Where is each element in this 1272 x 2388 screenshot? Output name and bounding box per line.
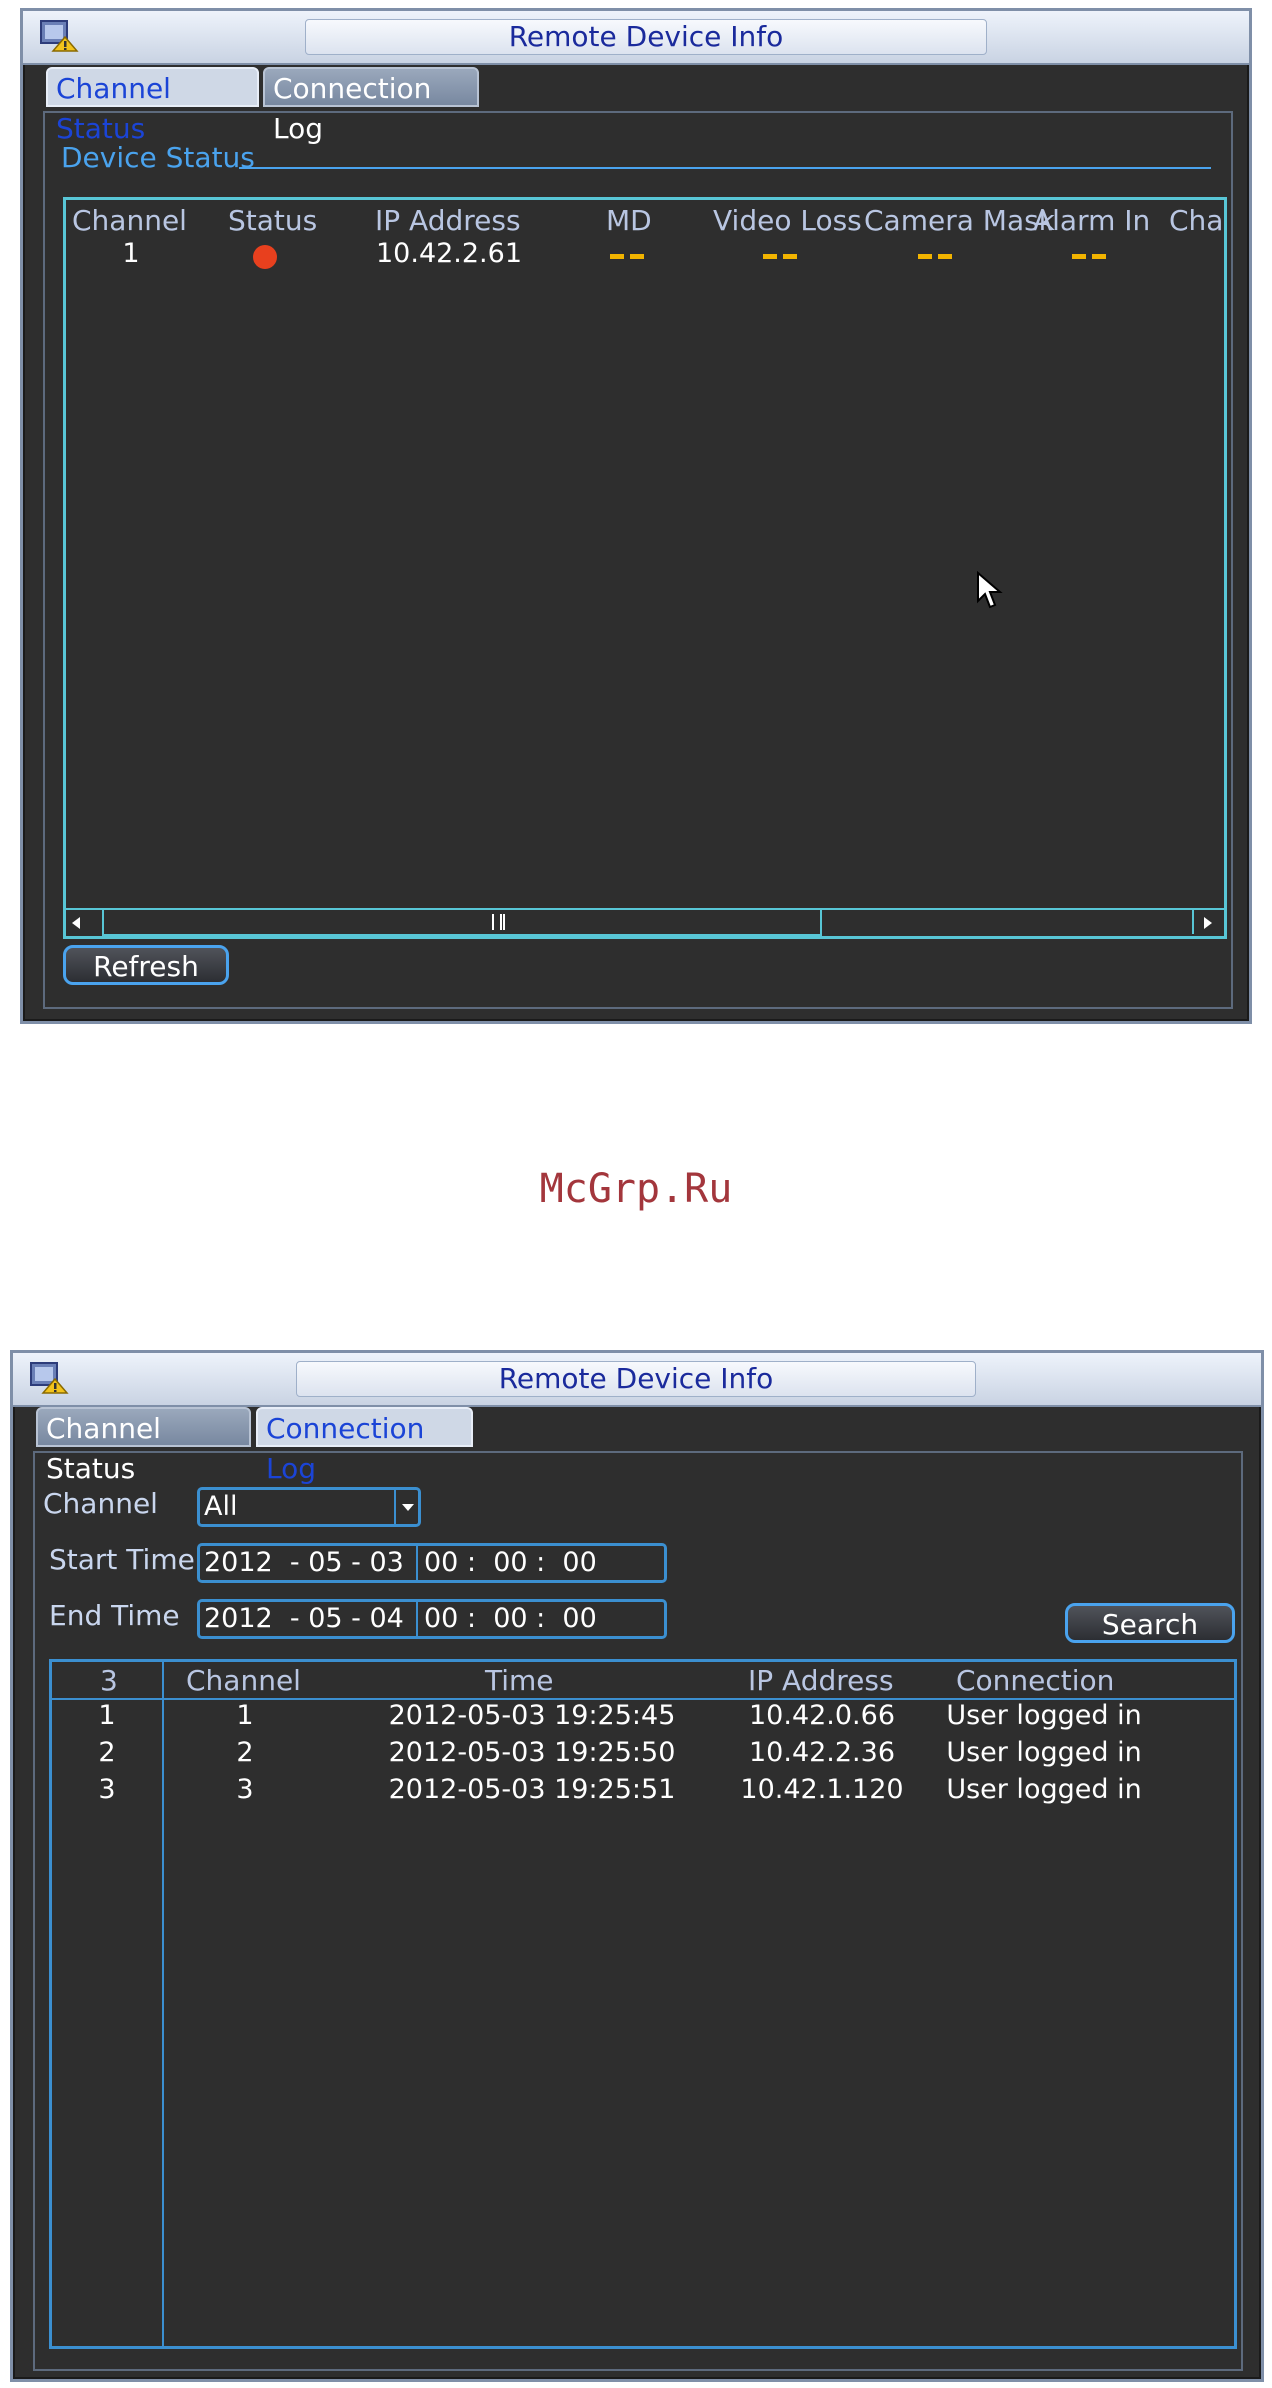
cell-connection: User logged in <box>946 1737 1142 1768</box>
cell-time: 2012-05-03 19:25:45 <box>388 1700 676 1731</box>
device-status-table: Channel Status IP Address MD Video Loss … <box>63 197 1227 939</box>
watermark: McGrp.Ru <box>539 1166 733 1212</box>
cell-index: 1 <box>98 1700 116 1731</box>
channel-select[interactable]: All <box>197 1487 421 1527</box>
column-header-truncated: Cha <box>1169 204 1221 237</box>
cell-connection: User logged in <box>946 1700 1142 1731</box>
chevron-down-icon[interactable] <box>402 1504 414 1511</box>
search-button[interactable]: Search <box>1065 1603 1235 1643</box>
cell-ip-address: 10.42.1.120 <box>740 1774 904 1805</box>
horizontal-scrollbar[interactable] <box>66 908 1224 936</box>
section-divider <box>239 167 1211 169</box>
end-date-value[interactable]: 2012 - 05 - 04 <box>204 1602 404 1636</box>
channel-label: Channel <box>43 1487 158 1520</box>
cell-channel: 1 <box>122 238 140 269</box>
column-header-camera-mask: Camera Mask <box>864 204 1055 237</box>
start-time-field[interactable]: 2012 - 05 - 03 00 : 00 : 00 <box>197 1543 667 1583</box>
column-header-channel: Channel <box>186 1664 301 1697</box>
md-value-dash <box>630 254 644 259</box>
column-header-status: Status <box>228 204 318 237</box>
cell-ip-address: 10.42.2.61 <box>376 238 522 269</box>
cell-index: 3 <box>98 1774 116 1805</box>
md-value-dash <box>610 254 624 259</box>
cell-channel: 3 <box>236 1774 254 1805</box>
column-header-connection: Connection <box>956 1664 1115 1697</box>
thumb-grip <box>503 914 505 930</box>
column-header-time: Time <box>485 1664 554 1697</box>
scroll-left-arrow-icon[interactable] <box>72 917 80 929</box>
cell-ip-address: 10.42.2.36 <box>749 1737 895 1768</box>
cell-ip-address: 10.42.0.66 <box>749 1700 895 1731</box>
channel-select-value: All <box>204 1491 238 1522</box>
section-label-device-status: Device Status <box>61 141 255 174</box>
end-time-field[interactable]: 2012 - 05 - 04 00 : 00 : 00 <box>197 1599 667 1639</box>
tab-channel-status[interactable]: Channel Status <box>36 1407 251 1485</box>
refresh-button[interactable]: Refresh <box>63 945 229 985</box>
window-title: Remote Device Info <box>305 19 987 55</box>
camera-mask-value-dash <box>938 254 952 259</box>
cell-time: 2012-05-03 19:25:50 <box>388 1737 676 1768</box>
alarm-in-value-dash <box>1072 254 1086 259</box>
device-info-icon <box>30 1362 69 1394</box>
column-header-video-loss: Video Loss <box>713 204 862 237</box>
remote-device-info-window-connection-log: Remote Device Info Channel Status Connec… <box>10 1350 1264 2382</box>
scrollbar-thumb[interactable] <box>102 908 822 936</box>
field-divider <box>416 1546 418 1580</box>
cell-channel: 1 <box>236 1700 254 1731</box>
table-row[interactable]: 1 10.42.2.61 <box>66 238 1224 276</box>
table-row[interactable]: 2 2 2012-05-03 19:25:50 10.42.2.36 User … <box>52 1737 1234 1774</box>
mouse-cursor-icon <box>977 571 1003 609</box>
field-divider <box>416 1602 418 1636</box>
thumb-grip <box>492 914 502 930</box>
cell-connection: User logged in <box>946 1774 1142 1805</box>
tab-connection-log[interactable]: Connection Log <box>256 1407 473 1485</box>
end-time-label: End Time <box>49 1599 180 1632</box>
tab-channel-status[interactable]: Channel Status <box>46 67 259 145</box>
window-title: Remote Device Info <box>296 1361 976 1397</box>
status-offline-icon <box>253 245 277 269</box>
camera-mask-value-dash <box>918 254 932 259</box>
video-loss-value-dash <box>763 254 777 259</box>
device-info-icon <box>40 20 79 52</box>
table-row[interactable]: 1 1 2012-05-03 19:25:45 10.42.0.66 User … <box>52 1700 1234 1737</box>
column-header-count: 3 <box>100 1664 118 1697</box>
column-header-channel: Channel <box>72 204 187 237</box>
scroll-right-divider <box>1192 910 1194 934</box>
alarm-in-value-dash <box>1092 254 1106 259</box>
column-header-md: MD <box>606 204 652 237</box>
column-header-ip-address: IP Address <box>748 1664 894 1697</box>
tab-connection-log[interactable]: Connection Log <box>263 67 479 145</box>
scroll-right-arrow-icon[interactable] <box>1204 917 1212 929</box>
column-header-ip-address: IP Address <box>375 204 521 237</box>
cell-time: 2012-05-03 19:25:51 <box>388 1774 676 1805</box>
end-time-value[interactable]: 00 : 00 : 00 <box>424 1602 597 1636</box>
remote-device-info-window-channel-status: Remote Device Info Channel Status Connec… <box>20 8 1252 1024</box>
select-divider <box>394 1490 396 1524</box>
cell-index: 2 <box>98 1737 116 1768</box>
video-loss-value-dash <box>783 254 797 259</box>
start-date-value[interactable]: 2012 - 05 - 03 <box>204 1546 404 1580</box>
cell-channel: 2 <box>236 1737 254 1768</box>
start-time-value[interactable]: 00 : 00 : 00 <box>424 1546 597 1580</box>
title-bar: Remote Device Info <box>13 1353 1261 1407</box>
column-header-alarm-in: Alarm In <box>1033 204 1151 237</box>
table-row[interactable]: 3 3 2012-05-03 19:25:51 10.42.1.120 User… <box>52 1774 1234 1811</box>
title-bar: Remote Device Info <box>23 11 1249 65</box>
connection-log-table: 3 Channel Time IP Address Connection 1 1… <box>49 1659 1237 2349</box>
start-time-label: Start Time <box>49 1543 195 1576</box>
